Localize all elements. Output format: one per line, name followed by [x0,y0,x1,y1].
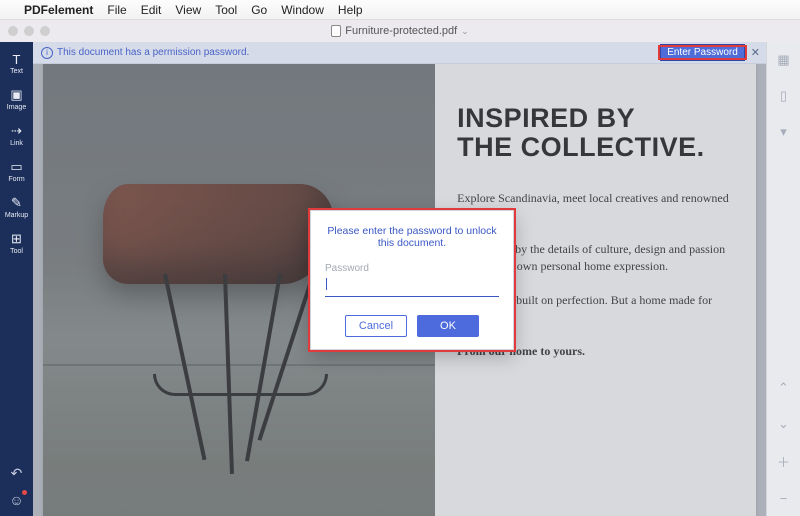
title-dropdown-icon[interactable]: ⌄ [461,26,469,37]
user-icon[interactable]: ☺ [9,492,23,508]
insert-page-icon[interactable]: ＋ [777,442,790,481]
link-tool[interactable]: ⇢Link [10,117,23,153]
menu-help[interactable]: Help [338,3,363,17]
text-tool[interactable]: TText [10,46,23,81]
tool-label: Tool [10,248,23,255]
password-dialog: Please enter the password to unlock this… [310,210,514,350]
permission-notice-bar: i This document has a permission passwor… [33,42,766,64]
image-tool[interactable]: ▣Image [7,81,26,117]
info-icon: i [41,47,53,59]
password-label: Password [325,263,499,274]
left-toolbar: TText ▣Image ⇢Link ▭Form ✎Markup ⊞Tool ↶… [0,42,33,516]
minimize-window-icon[interactable] [24,26,34,36]
fullscreen-window-icon[interactable] [40,26,50,36]
zoom-out-icon[interactable]: − [780,481,788,516]
tool-label: Link [10,140,23,147]
tool-label: Form [8,176,24,183]
traffic-lights [8,26,50,36]
menu-file[interactable]: File [107,3,126,17]
bookmark-icon[interactable]: ▾ [780,114,787,150]
close-window-icon[interactable] [8,26,18,36]
enter-password-button[interactable]: Enter Password [660,44,745,61]
tool-label: Text [10,68,23,75]
notification-dot-icon [22,490,27,495]
mac-menubar: PDFelement File Edit View Tool Go Window… [0,0,800,20]
document-title[interactable]: Furniture-protected.pdf [345,25,457,37]
menu-edit[interactable]: Edit [141,3,162,17]
text-caret-icon [326,278,327,290]
page-up-icon[interactable]: ⌃ [778,370,789,406]
notice-text: This document has a permission password. [57,47,249,58]
window-titlebar: Furniture-protected.pdf ⌄ [0,20,800,42]
tool-label: Image [7,104,26,111]
tool-icon: ⊞ [11,231,22,247]
thumbnails-icon[interactable]: ▯ [780,78,787,114]
document-icon [331,25,341,37]
cancel-button[interactable]: Cancel [345,315,407,337]
text-icon: T [13,52,21,67]
menu-window[interactable]: Window [281,3,324,17]
page-down-icon[interactable]: ⌄ [778,406,789,442]
menu-go[interactable]: Go [251,3,267,17]
tool-tool[interactable]: ⊞Tool [10,225,23,261]
dismiss-notice-icon[interactable]: ✕ [751,46,760,59]
markup-icon: ✎ [11,195,22,211]
form-icon: ▭ [10,159,22,175]
menu-tool[interactable]: Tool [215,3,237,17]
menu-view[interactable]: View [175,3,201,17]
image-icon: ▣ [10,87,22,103]
app-name[interactable]: PDFelement [24,3,93,17]
right-sidebar: ▦ ▯ ▾ ⌃ ⌄ ＋ − [766,42,800,516]
undo-icon[interactable]: ↶ [11,465,23,482]
dialog-title: Please enter the password to unlock this… [325,225,499,249]
panel-switch-icon[interactable]: ▦ [777,42,789,78]
link-icon: ⇢ [11,123,22,139]
tool-label: Markup [5,212,28,219]
ok-button[interactable]: OK [417,315,479,337]
password-input[interactable] [325,279,499,297]
markup-tool[interactable]: ✎Markup [5,189,28,225]
form-tool[interactable]: ▭Form [8,153,24,189]
